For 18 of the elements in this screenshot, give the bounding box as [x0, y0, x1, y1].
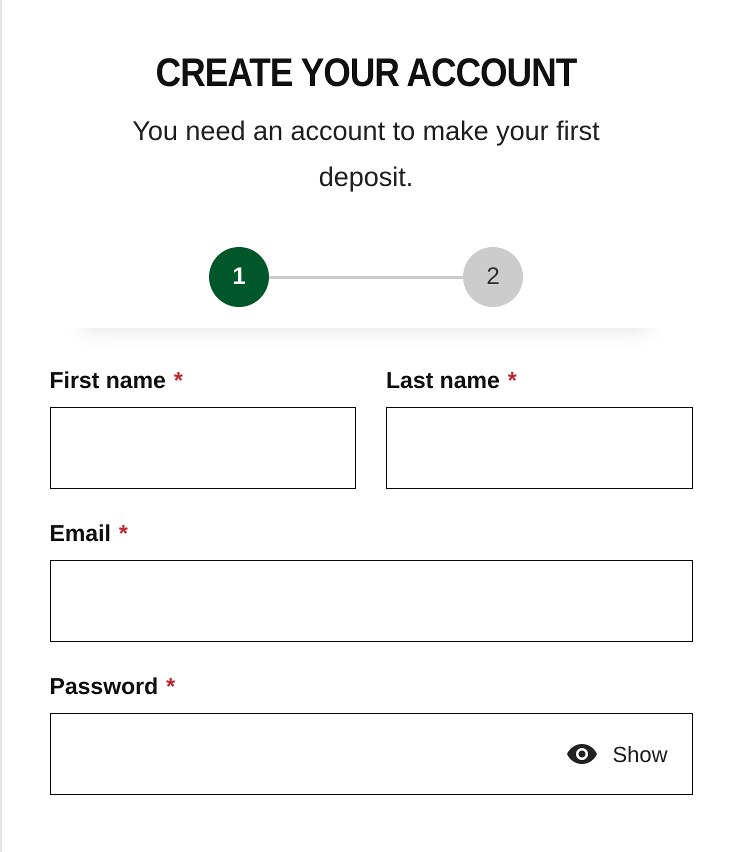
- text-field[interactable]: [386, 407, 692, 489]
- step-indicator: 1: [209, 247, 269, 307]
- subtitle: You need an account to make your first deposit.: [131, 115, 601, 194]
- step-indicator: 2: [463, 247, 523, 307]
- field-label: Password: [50, 672, 158, 700]
- show-password-button[interactable]: Show: [566, 738, 668, 770]
- email-field[interactable]: [50, 560, 692, 642]
- text-field[interactable]: [50, 407, 356, 489]
- required-mark: *: [166, 672, 176, 700]
- field-label: First name: [50, 366, 166, 394]
- required-mark: *: [508, 366, 517, 394]
- password-field[interactable]: Show: [50, 713, 692, 795]
- required-mark: *: [174, 366, 183, 394]
- required-mark: *: [118, 519, 128, 547]
- field-label: Last name: [386, 366, 500, 394]
- field-label: Email: [50, 519, 111, 547]
- eye-icon: [566, 743, 598, 765]
- page-title: CREATE YOUR ACCOUNT: [156, 50, 576, 96]
